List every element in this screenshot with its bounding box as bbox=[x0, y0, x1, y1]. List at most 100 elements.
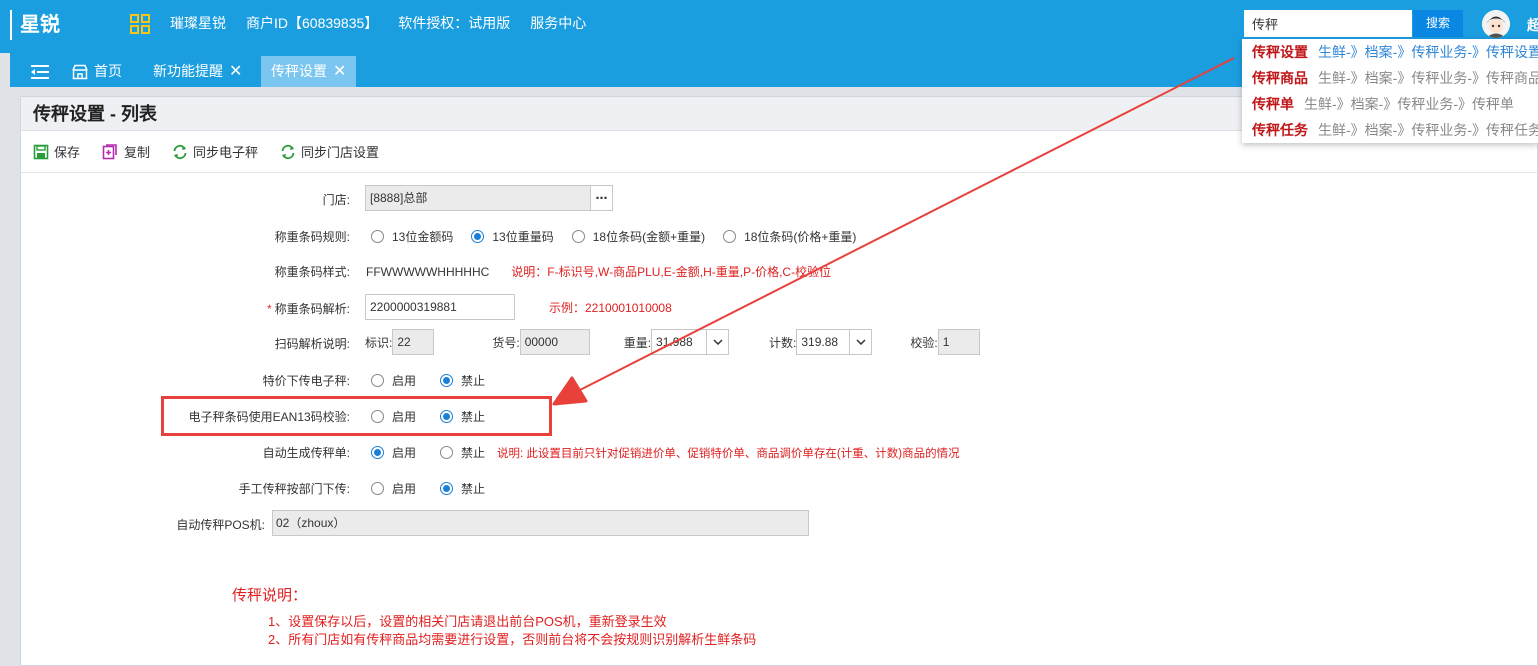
suggestion-path: 生鲜-》档案-》传秤业务-》传秤设置 bbox=[1318, 44, 1538, 60]
radio[interactable] bbox=[471, 230, 485, 243]
parse-input[interactable]: 2200000319881 bbox=[365, 294, 515, 320]
chevron-down-icon[interactable] bbox=[850, 329, 873, 355]
suggestion-item[interactable]: 传秤任务 生鲜-》档案-》传秤业务-》传秤任务 bbox=[1242, 117, 1538, 143]
save-button[interactable]: 保存 bbox=[33, 142, 80, 161]
weight-value: 31.988 bbox=[651, 329, 708, 355]
nav-brand[interactable]: 璀璨星锐 bbox=[170, 0, 226, 46]
rule-option-13-weight[interactable]: 13位重量码 bbox=[471, 228, 554, 245]
radio[interactable] bbox=[371, 230, 384, 243]
sync-store-button[interactable]: 同步门店设置 bbox=[280, 142, 379, 161]
special-radio-group: 启用 禁止 bbox=[371, 372, 503, 389]
copy-button[interactable]: 复制 bbox=[102, 142, 150, 161]
top-nav: 璀璨星锐 商户ID【60839835】 软件授权：试用版 服务中心 bbox=[170, 0, 586, 46]
store-input[interactable]: [8888]总部 bbox=[365, 185, 591, 211]
copy-icon bbox=[102, 143, 117, 159]
suggestion-path: 生鲜-》档案-》传秤业务-》传秤任务 bbox=[1318, 122, 1538, 138]
radio[interactable] bbox=[371, 374, 384, 387]
manual-enable[interactable]: 启用 bbox=[371, 480, 416, 497]
radio[interactable] bbox=[371, 482, 384, 495]
radio[interactable] bbox=[723, 230, 737, 243]
suggestion-path-text: 生鲜-》档案-》传秤业务-》 bbox=[1318, 44, 1486, 60]
nav-merchant-id: 商户ID【60839835】 bbox=[246, 15, 379, 31]
nav-license[interactable]: 软件授权：试用版 bbox=[398, 0, 510, 46]
rule-option-18-amount-weight[interactable]: 18位条码(金额+重量) bbox=[571, 228, 706, 245]
user-avatar[interactable] bbox=[1482, 10, 1510, 38]
radio[interactable] bbox=[571, 230, 585, 243]
avatar-icon bbox=[1482, 10, 1510, 38]
option-label: 启用 bbox=[392, 446, 417, 460]
close-icon[interactable]: ✕ bbox=[333, 56, 346, 87]
store-picker-button[interactable]: ⋯ bbox=[591, 185, 613, 211]
tab-home[interactable]: 首页 bbox=[72, 56, 122, 87]
close-icon[interactable]: ✕ bbox=[229, 56, 242, 87]
suggestion-path-tail: 传秤单 bbox=[1472, 96, 1514, 112]
menu-collapse-icon bbox=[31, 64, 49, 79]
style-note: 说明：F-标识号,W-商品PLU,E-金额,H-重量,P-价格,C-校验位 bbox=[511, 265, 832, 279]
pos-label: 自动传秤POS机: bbox=[176, 518, 265, 532]
suggestion-path: 生鲜-》档案-》传秤业务-》传秤单 bbox=[1304, 96, 1514, 112]
option-label: 18位条码(金额+重量) bbox=[592, 230, 706, 244]
scan-label: 扫码解析说明: bbox=[274, 337, 350, 351]
flag-label: 标识: bbox=[365, 335, 393, 350]
rule-label: 称重条码规则: bbox=[274, 230, 350, 244]
special-disable[interactable]: 禁止 bbox=[440, 372, 485, 389]
weight-select[interactable]: 31.988 bbox=[651, 329, 730, 355]
sync-scale-button[interactable]: 同步电子秤 bbox=[172, 142, 258, 161]
option-label: 禁止 bbox=[461, 374, 486, 388]
style-label: 称重条码样式: bbox=[274, 265, 350, 279]
tab-scale-settings-label: 传秤设置 bbox=[271, 63, 327, 79]
radio[interactable] bbox=[371, 446, 384, 459]
chevron-down-icon[interactable] bbox=[707, 329, 730, 355]
menu-toggle[interactable] bbox=[30, 56, 50, 87]
manual-label: 手工传秤按部门下传: bbox=[238, 482, 350, 496]
suggestion-path-tail: 传秤任务 bbox=[1486, 122, 1538, 138]
suggestion-item[interactable]: 传秤商品 生鲜-》档案-》传秤业务-》传秤商品 bbox=[1242, 65, 1538, 91]
suggestion-path-text: 生鲜-》档案-》传秤业务-》 bbox=[1318, 70, 1486, 86]
option-label: 禁止 bbox=[461, 482, 486, 496]
apps-grid-icon[interactable] bbox=[130, 14, 150, 34]
search-button[interactable]: 搜索 bbox=[1413, 10, 1463, 37]
flag-input: 22 bbox=[392, 329, 435, 355]
save-icon bbox=[33, 144, 49, 159]
pos-row: 02（zhoux） bbox=[272, 510, 809, 536]
tab-scale-settings[interactable]: 传秤设置 ✕ bbox=[261, 56, 357, 87]
nav-service-center[interactable]: 服务中心 bbox=[530, 0, 586, 46]
annotation-highlight-box bbox=[161, 396, 552, 436]
suggestion-path-text: 生鲜-》档案-》传秤业务-》 bbox=[1304, 96, 1472, 112]
rule-option-13-amount[interactable]: 13位金额码 bbox=[371, 228, 453, 245]
radio[interactable] bbox=[440, 482, 454, 495]
search-input[interactable] bbox=[1244, 10, 1412, 37]
notes-line: 2、所有门店如有传秤商品均需要进行设置，否则前台将不会按规则识别解析生鲜条码 bbox=[268, 632, 757, 647]
special-enable[interactable]: 启用 bbox=[371, 372, 416, 389]
user-name[interactable]: 超 bbox=[1527, 15, 1538, 35]
autogen-enable[interactable]: 启用 bbox=[371, 444, 416, 461]
suggestion-item[interactable]: 传秤设置 生鲜-》档案-》传秤业务-》传秤设置 bbox=[1242, 39, 1538, 65]
option-label: 启用 bbox=[392, 374, 417, 388]
tab-new-features-label: 新功能提醒 bbox=[153, 63, 223, 79]
tab-home-label: 首页 bbox=[94, 63, 122, 79]
manual-radio-group: 启用 禁止 bbox=[371, 480, 503, 497]
radio[interactable] bbox=[440, 446, 454, 459]
app-logo: 星锐 bbox=[10, 10, 60, 40]
home-store-icon bbox=[72, 64, 88, 79]
rule-option-18-price-weight[interactable]: 18位条码(价格+重量) bbox=[723, 228, 856, 245]
search-suggestions: 传秤设置 生鲜-》档案-》传秤业务-》传秤设置 传秤商品 生鲜-》档案-》传秤业务-… bbox=[1242, 39, 1538, 143]
option-label: 13位重量码 bbox=[492, 230, 554, 244]
copy-label: 复制 bbox=[124, 145, 151, 160]
weight-label: 重量: bbox=[623, 335, 652, 350]
autogen-disable[interactable]: 禁止 bbox=[440, 444, 485, 461]
parse-example: 示例：2210001010008 bbox=[549, 300, 672, 315]
count-select[interactable]: 319.88 bbox=[796, 329, 873, 355]
suggestion-key: 传秤设置 bbox=[1252, 44, 1308, 60]
manual-disable[interactable]: 禁止 bbox=[440, 480, 485, 497]
radio[interactable] bbox=[440, 374, 454, 387]
sync-scale-label: 同步电子秤 bbox=[193, 145, 259, 160]
tab-new-features[interactable]: 新功能提醒 ✕ bbox=[153, 56, 242, 87]
option-label: 启用 bbox=[392, 482, 417, 496]
suggestion-item[interactable]: 传秤单 生鲜-》档案-》传秤业务-》传秤单 bbox=[1242, 91, 1538, 117]
suggestion-path-text: 生鲜-》档案-》传秤业务-》 bbox=[1318, 122, 1486, 138]
pos-input[interactable]: 02（zhoux） bbox=[272, 510, 809, 536]
notes-title: 传秤说明： bbox=[232, 587, 308, 604]
sync-icon bbox=[281, 144, 295, 159]
count-value: 319.88 bbox=[796, 329, 851, 355]
